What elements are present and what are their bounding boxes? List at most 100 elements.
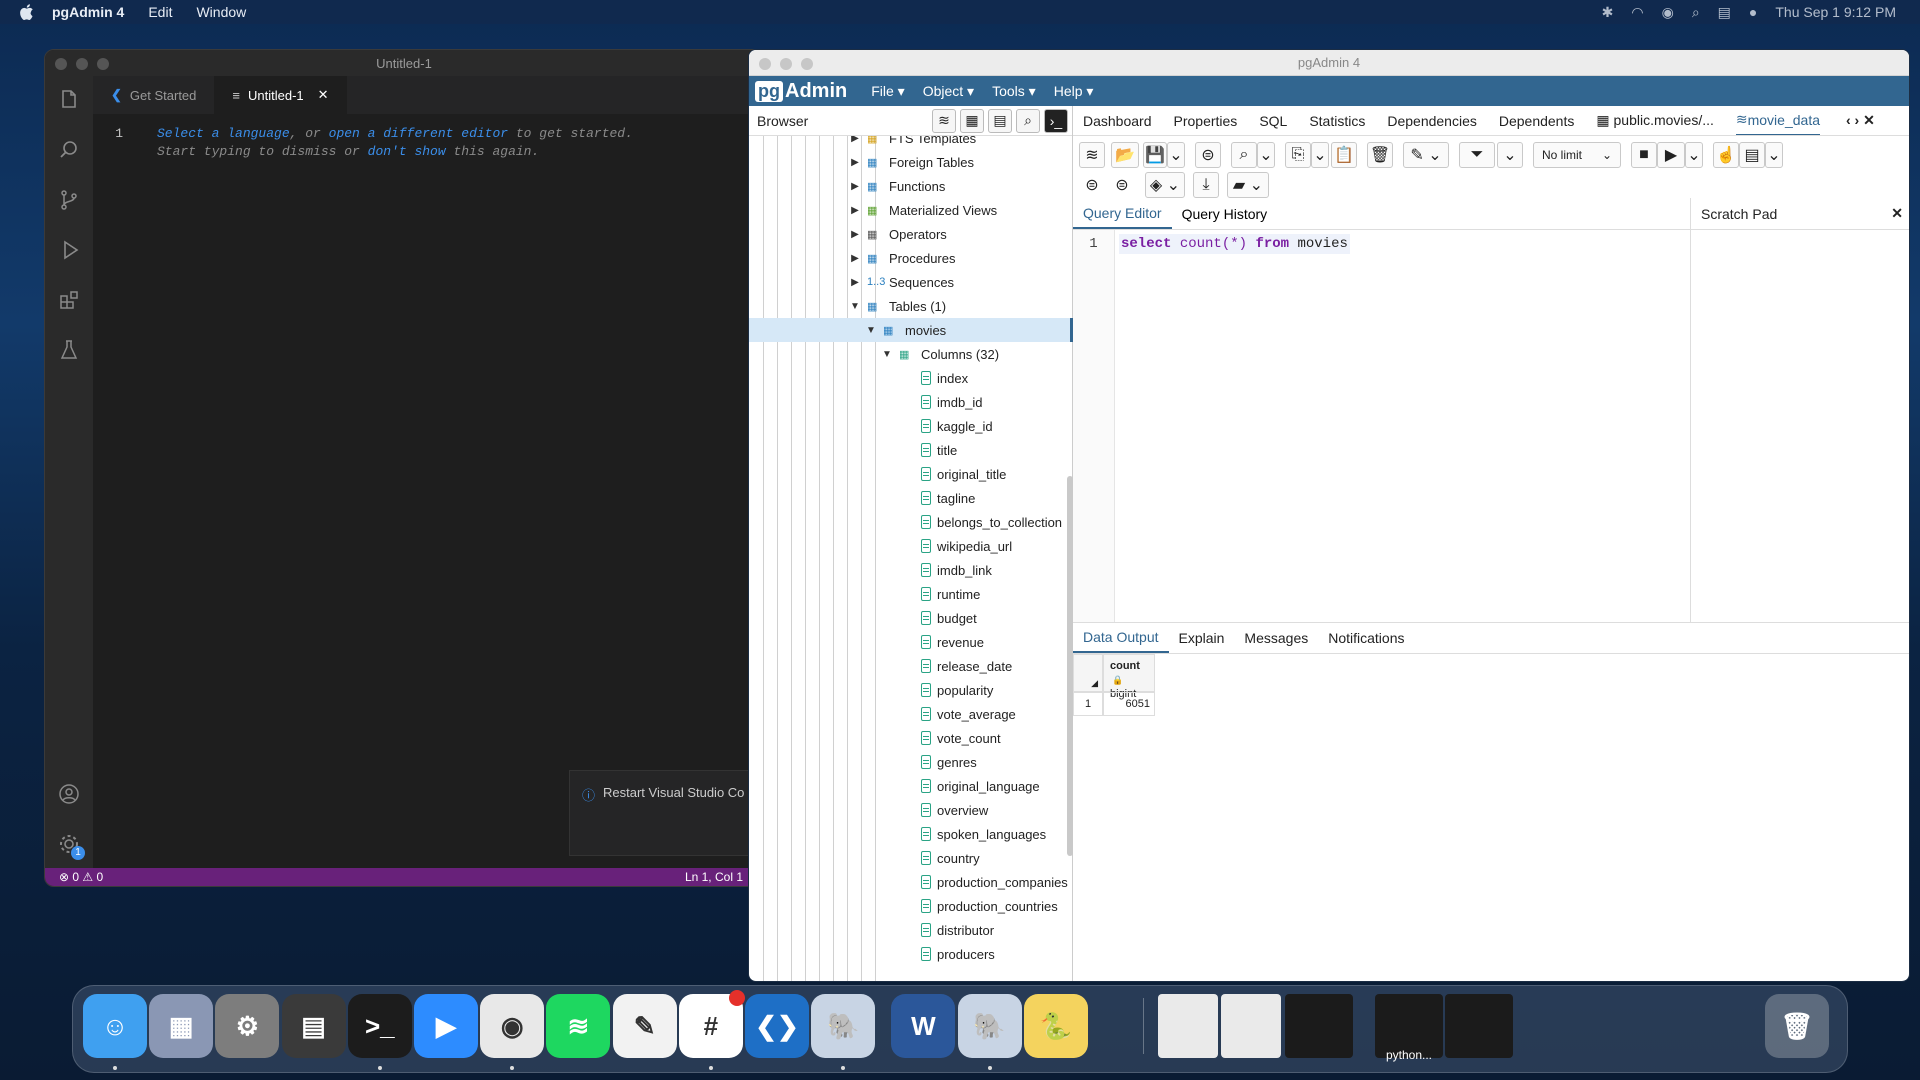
tab-sql[interactable]: SQL bbox=[1259, 113, 1287, 129]
paste-icon[interactable]: 📋 bbox=[1331, 142, 1357, 168]
minimize-window-button[interactable] bbox=[780, 58, 792, 70]
tree-column-index[interactable]: index bbox=[749, 366, 968, 390]
tab-data-output[interactable]: Data Output bbox=[1073, 623, 1169, 653]
tree-column-country[interactable]: country bbox=[749, 846, 980, 870]
tree-column-original-title[interactable]: original_title bbox=[749, 462, 1006, 486]
filter-icon[interactable]: ⏷ bbox=[1459, 142, 1495, 168]
sql-editor[interactable]: 1 select count(*) from movies bbox=[1073, 230, 1690, 622]
python-launcher-icon[interactable]: 🐍 bbox=[1023, 994, 1088, 1058]
run-debug-icon[interactable] bbox=[55, 236, 83, 264]
chevron-right-icon[interactable]: ▶ bbox=[849, 205, 861, 216]
zoom-window-button[interactable] bbox=[97, 58, 109, 70]
extensions-icon[interactable] bbox=[55, 286, 83, 314]
connection-icon[interactable]: ≋ bbox=[1079, 142, 1105, 168]
close-tab-icon[interactable]: ✕ bbox=[318, 87, 329, 103]
column-header-count[interactable]: count🔒 bigint bbox=[1103, 654, 1155, 700]
spotlight-icon[interactable]: ⌕ bbox=[1692, 4, 1700, 21]
explain-chevron-icon[interactable]: ⌄ bbox=[1765, 142, 1783, 168]
tree-column-imdb-id[interactable]: imdb_id bbox=[749, 390, 983, 414]
psql-tool-icon[interactable]: ›_ bbox=[1044, 108, 1068, 133]
tree-node-tables-1[interactable]: ▼ ▦ Tables (1) bbox=[749, 294, 946, 318]
tree-column-release-date[interactable]: release_date bbox=[749, 654, 1012, 678]
stop-icon[interactable]: ■ bbox=[1631, 142, 1657, 168]
chevron-right-icon[interactable]: ▶ bbox=[849, 253, 861, 264]
tab-notifications[interactable]: Notifications bbox=[1318, 623, 1414, 653]
problems-indicator[interactable]: ⊗ 0 ⚠ 0 bbox=[59, 870, 103, 884]
tree-column-genres[interactable]: genres bbox=[749, 750, 977, 774]
find-icon[interactable]: ⌕ bbox=[1231, 142, 1257, 168]
control-center-icon[interactable]: ▤ bbox=[1718, 4, 1731, 21]
chevron-right-icon[interactable]: ▶ bbox=[849, 136, 861, 144]
clear-icon[interactable]: ◈ ⌄ bbox=[1145, 172, 1185, 198]
manage-gear-icon[interactable]: 1 bbox=[55, 830, 85, 860]
vscode-icon[interactable]: ❮❯ bbox=[745, 994, 809, 1058]
tab-dashboard[interactable]: Dashboard bbox=[1083, 113, 1152, 129]
tree-node-foreign-tables[interactable]: ▶ ▦ Foreign Tables bbox=[749, 150, 974, 174]
save-data-icon[interactable]: ⊜ bbox=[1195, 142, 1221, 168]
spotify-icon[interactable]: ≋ bbox=[546, 994, 611, 1058]
menubar-edit[interactable]: Edit bbox=[148, 4, 172, 20]
tab-query-history[interactable]: Query History bbox=[1172, 198, 1278, 229]
menu-help[interactable]: Help ▾ bbox=[1054, 83, 1094, 100]
zoom-icon[interactable]: ▶ bbox=[414, 994, 478, 1058]
document-thumbnail-1[interactable] bbox=[1158, 994, 1218, 1058]
tree-column-distributor[interactable]: distributor bbox=[749, 918, 994, 942]
tab-scroll-arrows[interactable]: ‹ › ✕ bbox=[1846, 112, 1875, 129]
tree-column-runtime[interactable]: runtime bbox=[749, 582, 980, 606]
tree-column-tagline[interactable]: tagline bbox=[749, 486, 975, 510]
code-editor[interactable]: 1 Select a language, or open a different… bbox=[93, 114, 763, 870]
dont-show-link[interactable]: don't show bbox=[368, 144, 446, 159]
tree-column-kaggle-id[interactable]: kaggle_id bbox=[749, 414, 993, 438]
open-editor-link[interactable]: open a different editor bbox=[329, 126, 508, 141]
tab-dependents[interactable]: Dependents bbox=[1499, 113, 1575, 129]
copy-icon[interactable]: ⎘ bbox=[1285, 142, 1311, 168]
tree-node-columns-32[interactable]: ▼ ▦ Columns (32) bbox=[749, 342, 999, 366]
tab-untitled-1[interactable]: ≡ Untitled-1 ✕ bbox=[214, 76, 347, 114]
chevron-right-icon[interactable]: ▶ bbox=[849, 229, 861, 240]
tree-node-sequences[interactable]: ▶ 1..3 Sequences bbox=[749, 270, 954, 294]
edit-icon[interactable]: ✎ ⌄ bbox=[1403, 142, 1449, 168]
tree-column-producers[interactable]: producers bbox=[749, 942, 995, 966]
document-thumbnail-2[interactable] bbox=[1221, 994, 1281, 1058]
grid-corner[interactable]: ◢ bbox=[1073, 654, 1103, 692]
close-scratch-icon[interactable]: ✕ bbox=[1891, 205, 1903, 222]
source-control-icon[interactable] bbox=[55, 186, 83, 214]
delete-icon[interactable]: 🗑 bbox=[1367, 142, 1393, 168]
tree-column-production-companies[interactable]: production_companies bbox=[749, 870, 1068, 894]
tree-column-imdb-link[interactable]: imdb_link bbox=[749, 558, 992, 582]
download-icon[interactable]: ⤓ bbox=[1193, 172, 1219, 198]
tree-node-fts-templates[interactable]: ▶ ▦ FTS Templates bbox=[749, 136, 976, 150]
menu-tools[interactable]: Tools ▾ bbox=[992, 83, 1036, 100]
window-thumbnail-1[interactable] bbox=[1285, 994, 1353, 1058]
trash-icon[interactable]: 🗑 bbox=[1765, 994, 1829, 1058]
minimize-window-button[interactable] bbox=[76, 58, 88, 70]
calculator-icon[interactable]: ▤ bbox=[281, 994, 346, 1058]
cursor-position[interactable]: Ln 1, Col 1 bbox=[685, 870, 743, 884]
execute-chevron-icon[interactable]: ⌄ bbox=[1685, 142, 1703, 168]
tree-column-vote-count[interactable]: vote_count bbox=[749, 726, 1001, 750]
textedit-icon[interactable]: ✎ bbox=[612, 994, 677, 1058]
menubar-window[interactable]: Window bbox=[196, 4, 246, 20]
chevron-right-icon[interactable]: ▶ bbox=[849, 277, 861, 288]
tree-column-belongs-to-collection[interactable]: belongs_to_collection bbox=[749, 510, 1062, 534]
chevron-down-icon[interactable]: ▼ bbox=[865, 325, 877, 336]
tree-node-movies[interactable]: ▼ ▦ movies bbox=[749, 318, 1073, 342]
filter-rows-icon[interactable]: ▤ bbox=[988, 108, 1012, 133]
siri-icon[interactable]: ● bbox=[1749, 4, 1757, 20]
search-objects-icon[interactable]: ⌕ bbox=[1016, 108, 1040, 133]
tree-column-overview[interactable]: overview bbox=[749, 798, 988, 822]
menu-object[interactable]: Object ▾ bbox=[923, 83, 974, 100]
database-icon[interactable]: ≋ bbox=[932, 108, 956, 133]
word-icon[interactable]: W bbox=[891, 994, 956, 1058]
explain-icon[interactable]: ☝ bbox=[1713, 142, 1739, 168]
close-window-button[interactable] bbox=[759, 58, 771, 70]
restart-notification[interactable]: ⓘ Restart Visual Studio Co bbox=[569, 770, 763, 856]
accounts-icon[interactable] bbox=[55, 780, 83, 808]
search-icon[interactable] bbox=[55, 136, 83, 164]
tab-messages[interactable]: Messages bbox=[1234, 623, 1318, 653]
tree-column-revenue[interactable]: revenue bbox=[749, 630, 984, 654]
scratch-pad-textarea[interactable] bbox=[1691, 230, 1909, 622]
finder-icon[interactable]: ☺ bbox=[83, 994, 147, 1058]
menu-file[interactable]: File ▾ bbox=[871, 83, 904, 100]
tree-column-original-language[interactable]: original_language bbox=[749, 774, 1040, 798]
